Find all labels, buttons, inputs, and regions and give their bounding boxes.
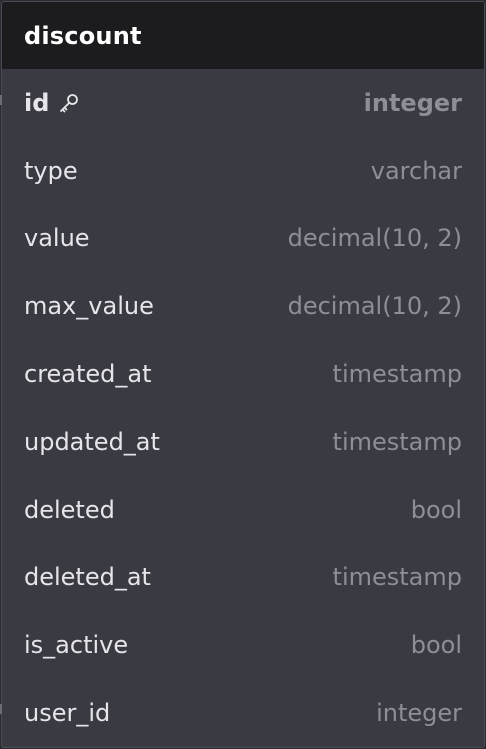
column-name: value <box>24 224 90 253</box>
column-type: bool <box>410 631 462 660</box>
table-node-discount[interactable]: discount id integer type varchar value d… <box>1 1 485 748</box>
column-name: deleted_at <box>24 563 151 592</box>
column-row-user-id[interactable]: user_id integer <box>2 679 484 747</box>
column-name: type <box>24 156 78 185</box>
column-row-max-value[interactable]: max_value decimal(10, 2) <box>2 272 484 340</box>
column-row-updated-at[interactable]: updated_at timestamp <box>2 408 484 476</box>
column-row-is-active[interactable]: is_active bool <box>2 611 484 679</box>
table-header[interactable]: discount <box>2 2 484 69</box>
column-type: decimal(10, 2) <box>287 292 462 321</box>
column-name: id <box>24 88 50 117</box>
column-type: bool <box>410 495 462 524</box>
key-icon <box>60 93 79 113</box>
column-row-type[interactable]: type varchar <box>2 137 484 205</box>
relation-connector-id[interactable] <box>0 95 2 105</box>
column-row-deleted[interactable]: deleted bool <box>2 476 484 544</box>
column-type: varchar <box>370 156 462 185</box>
column-name: deleted <box>24 495 115 524</box>
column-type: timestamp <box>332 563 462 592</box>
column-type: integer <box>363 88 462 117</box>
column-name: is_active <box>24 631 129 660</box>
column-type: timestamp <box>332 360 462 389</box>
column-type: integer <box>376 699 462 728</box>
column-name: user_id <box>24 699 111 728</box>
relation-connector-user-id[interactable] <box>0 704 2 714</box>
column-type: timestamp <box>332 427 462 456</box>
column-row-created-at[interactable]: created_at timestamp <box>2 340 484 408</box>
column-row-value[interactable]: value decimal(10, 2) <box>2 205 484 273</box>
column-name-cell: id <box>24 89 81 117</box>
table-title: discount <box>24 21 142 50</box>
column-row-id[interactable]: id integer <box>2 69 484 137</box>
column-row-deleted-at[interactable]: deleted_at timestamp <box>2 544 484 612</box>
column-name: updated_at <box>24 427 160 456</box>
column-type: decimal(10, 2) <box>287 224 462 253</box>
column-name: created_at <box>24 360 152 389</box>
column-name: max_value <box>24 292 154 321</box>
column-list: id integer type varchar value decimal(10… <box>2 69 484 747</box>
